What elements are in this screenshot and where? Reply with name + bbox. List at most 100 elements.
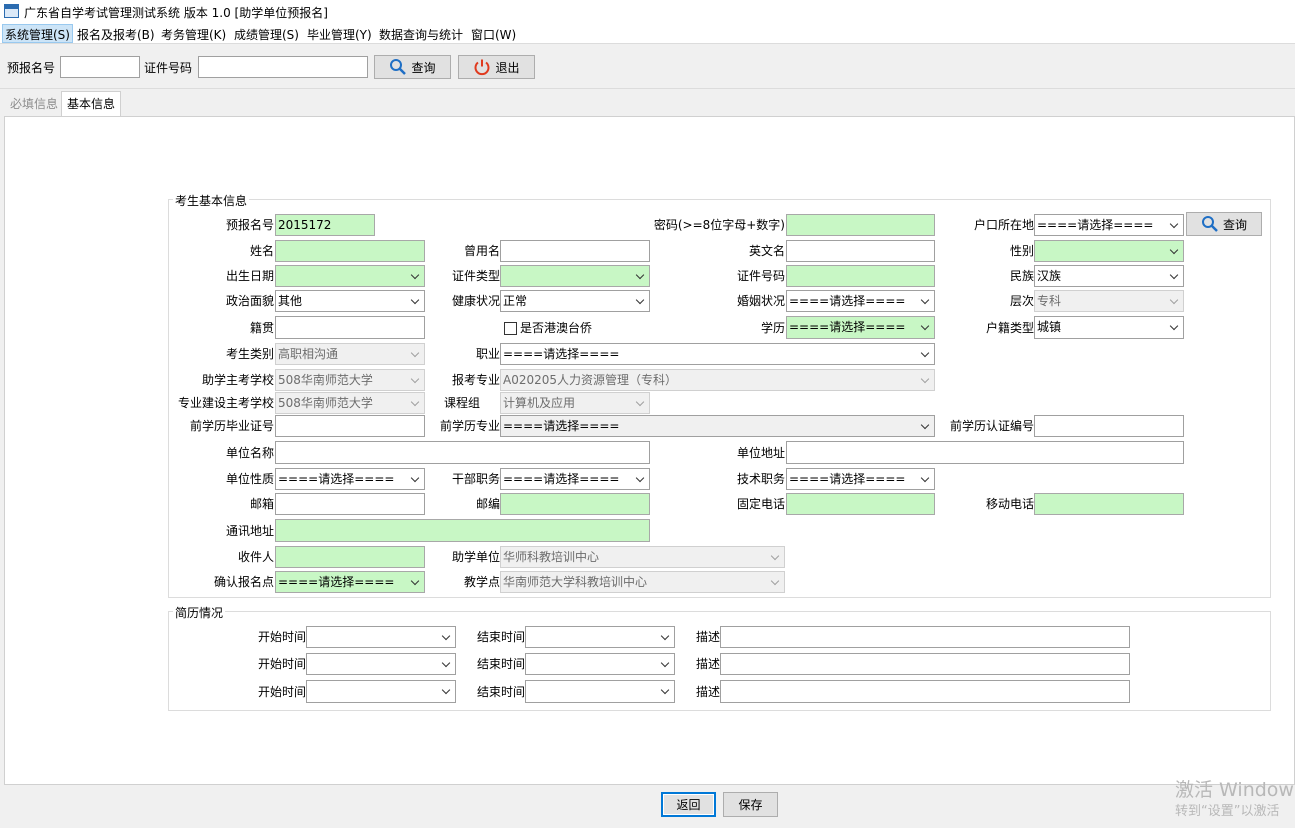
resume-end-select[interactable] xyxy=(525,653,675,675)
hukou-type-select[interactable]: 城镇 xyxy=(1034,316,1184,339)
cadre-select[interactable]: ====请选择==== xyxy=(500,468,650,490)
employer-field[interactable] xyxy=(275,441,650,464)
back-button[interactable]: 返回 xyxy=(661,792,716,817)
chevron-down-icon[interactable] xyxy=(632,291,649,311)
toolbar-pre-reg-input[interactable] xyxy=(60,56,140,78)
chevron-down-icon[interactable] xyxy=(438,627,455,647)
birth-select[interactable] xyxy=(275,265,425,287)
health-select[interactable]: 正常 xyxy=(500,290,650,312)
chevron-down-icon[interactable] xyxy=(657,681,674,701)
gender-select[interactable] xyxy=(1034,240,1184,262)
menu-graduation[interactable]: 毕业管理(Y) xyxy=(307,26,372,43)
menu-system[interactable]: 系统管理(S) xyxy=(2,24,73,43)
id-no-field[interactable] xyxy=(786,265,935,287)
tech-select[interactable]: ====请选择==== xyxy=(786,468,935,490)
native-label: 籍贯 xyxy=(249,321,274,335)
resume-desc-field[interactable] xyxy=(720,653,1130,675)
save-button[interactable]: 保存 xyxy=(723,792,778,817)
address-field[interactable] xyxy=(275,519,650,542)
tab-basic-info[interactable]: 基本信息 xyxy=(61,91,122,117)
chevron-down-icon xyxy=(407,370,424,390)
school-select[interactable]: 508华南师范大学 xyxy=(275,369,425,391)
occupation-select[interactable]: ====请选择==== xyxy=(500,343,935,365)
ethnicity-select[interactable]: 汉族 xyxy=(1034,265,1184,287)
residence-select[interactable]: ====请选择==== xyxy=(1034,214,1184,236)
chevron-down-icon[interactable] xyxy=(407,469,424,489)
chevron-down-icon[interactable] xyxy=(438,681,455,701)
employer-type-select[interactable]: ====请选择==== xyxy=(275,468,425,490)
chevron-down-icon[interactable] xyxy=(1166,241,1183,261)
phone-field[interactable] xyxy=(786,493,935,515)
chevron-down-icon[interactable] xyxy=(917,469,934,489)
mobile-field[interactable] xyxy=(1034,493,1184,515)
menu-exam-affairs[interactable]: 考务管理(K) xyxy=(161,26,226,43)
employer-addr-field[interactable] xyxy=(786,441,1184,464)
prev-major-select[interactable]: ====请选择==== xyxy=(500,415,935,437)
prev-cert-field[interactable] xyxy=(275,415,425,437)
major-select[interactable]: A020205人力资源管理（专科） xyxy=(500,369,935,391)
email-field[interactable] xyxy=(275,493,425,515)
political-select[interactable]: 其他 xyxy=(275,290,425,312)
name-field[interactable] xyxy=(275,240,425,262)
cadre-label: 干部职务 xyxy=(451,472,500,486)
resume-desc-field[interactable] xyxy=(720,626,1130,648)
toolbar-exit-button[interactable]: 退出 xyxy=(458,55,535,79)
chevron-down-icon[interactable] xyxy=(917,344,934,364)
chevron-down-icon[interactable] xyxy=(632,266,649,286)
chevron-down-icon[interactable] xyxy=(917,291,934,311)
former-name-field[interactable] xyxy=(500,240,650,262)
spec-school-select[interactable]: 508华南师范大学 xyxy=(275,392,425,414)
major-value: A020205人力资源管理（专科） xyxy=(503,373,678,387)
residence-query-button[interactable]: 查询 xyxy=(1186,212,1262,236)
english-name-label: 英文名 xyxy=(748,244,785,258)
menu-scores[interactable]: 成绩管理(S) xyxy=(234,26,299,43)
postcode-field[interactable] xyxy=(500,493,650,515)
tab-required-info[interactable]: 必填信息 xyxy=(5,92,63,116)
course-group-label: 课程组 xyxy=(443,396,480,410)
chevron-down-icon[interactable] xyxy=(917,317,934,337)
course-group-select[interactable]: 计算机及应用 xyxy=(500,392,650,414)
password-field[interactable] xyxy=(786,214,935,236)
menu-query-stats[interactable]: 数据查询与统计 xyxy=(379,26,463,43)
teach-point-select[interactable]: 华南师范大学科教培训中心 xyxy=(500,571,785,593)
toolbar-query-button[interactable]: 查询 xyxy=(374,55,451,79)
confirm-point-select[interactable]: ====请选择==== xyxy=(275,571,425,593)
toolbar-id-no-label: 证件号码 xyxy=(144,61,193,75)
category-select[interactable]: 高职相沟通 xyxy=(275,343,425,365)
prev-verify-field[interactable] xyxy=(1034,415,1184,437)
marital-select[interactable]: ====请选择==== xyxy=(786,290,935,312)
resume-start-select[interactable] xyxy=(306,680,456,703)
education-select[interactable]: ====请选择==== xyxy=(786,316,935,339)
chevron-down-icon[interactable] xyxy=(407,291,424,311)
resume-start-select[interactable] xyxy=(306,626,456,648)
chevron-down-icon[interactable] xyxy=(1166,215,1183,235)
resume-end-select[interactable] xyxy=(525,680,675,703)
chevron-down-icon[interactable] xyxy=(657,627,674,647)
resume-desc-field[interactable] xyxy=(720,680,1130,703)
assist-unit-select[interactable]: 华师科教培训中心 xyxy=(500,546,785,568)
resume-start-select[interactable] xyxy=(306,653,456,675)
activation-watermark-subtitle: 转到“设置”以激活 xyxy=(1175,804,1280,819)
resume-end-label: 结束时间 xyxy=(476,685,525,699)
menu-registration[interactable]: 报名及报考(B) xyxy=(77,26,155,43)
chevron-down-icon[interactable] xyxy=(438,654,455,674)
recipient-field[interactable] xyxy=(275,546,425,568)
resume-group-title: 简历情况 xyxy=(173,604,226,621)
menu-window[interactable]: 窗口(W) xyxy=(471,26,516,43)
id-type-select[interactable] xyxy=(500,265,650,287)
chevron-down-icon[interactable] xyxy=(632,469,649,489)
chevron-down-icon[interactable] xyxy=(917,416,934,436)
level-select[interactable]: 专科 xyxy=(1034,290,1184,312)
toolbar-id-no-input[interactable] xyxy=(198,56,368,78)
chevron-down-icon[interactable] xyxy=(657,654,674,674)
hk-tw-checkbox[interactable] xyxy=(504,322,517,335)
chevron-down-icon[interactable] xyxy=(407,266,424,286)
chevron-down-icon[interactable] xyxy=(1166,266,1183,286)
english-name-field[interactable] xyxy=(786,240,935,262)
resume-end-select[interactable] xyxy=(525,626,675,648)
chevron-down-icon[interactable] xyxy=(1166,317,1183,337)
pre-reg-no-field[interactable]: 2015172 xyxy=(275,214,375,236)
chevron-down-icon[interactable] xyxy=(407,572,424,592)
chevron-down-icon xyxy=(632,393,649,413)
native-field[interactable] xyxy=(275,316,425,339)
